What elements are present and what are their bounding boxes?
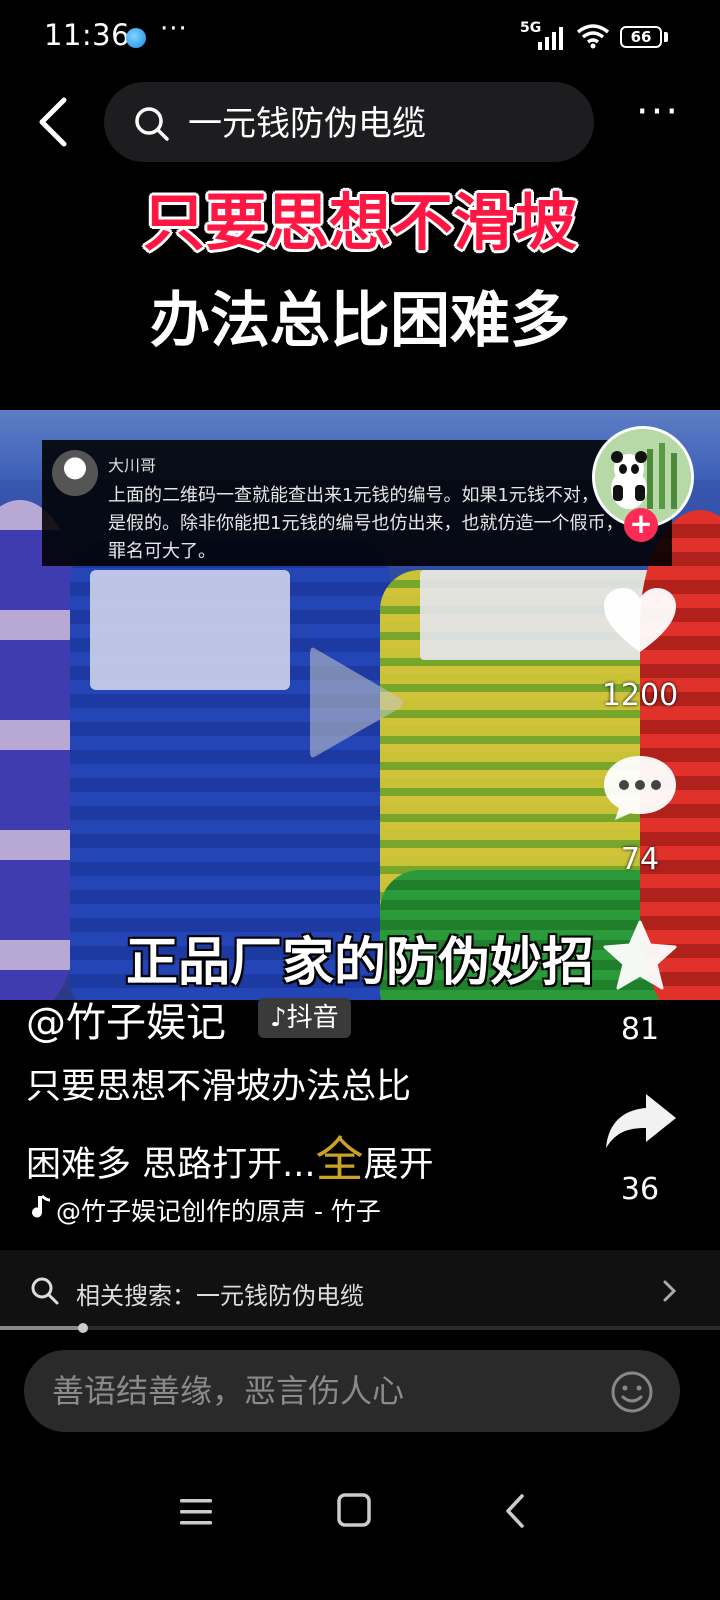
author-name[interactable]: @竹子娱记 xyxy=(26,990,226,1048)
like-count: 1200 xyxy=(601,678,679,713)
play-icon[interactable] xyxy=(300,638,410,768)
search-icon xyxy=(31,1277,59,1305)
home-icon[interactable] xyxy=(336,1492,372,1528)
battery-icon: 66 xyxy=(620,26,662,48)
more-options-button[interactable]: ··· xyxy=(630,92,686,140)
video-headline-1: 只要思想不滑坡 xyxy=(142,186,577,259)
favorite-count: 81 xyxy=(620,1012,660,1047)
description-ellipsis: ... xyxy=(282,1145,316,1185)
commenter-avatar xyxy=(52,450,98,496)
chevron-right-icon[interactable] xyxy=(660,1276,680,1306)
video-progress-fill xyxy=(0,1326,83,1330)
expand-link[interactable]: 展开 xyxy=(364,1145,434,1185)
back-button[interactable] xyxy=(30,92,82,152)
favorite-star-icon[interactable] xyxy=(600,920,680,990)
wifi-icon xyxy=(576,24,610,49)
comment-bubble-icon[interactable] xyxy=(600,752,680,824)
douyin-badge-label: 抖音 xyxy=(286,1003,339,1033)
music-track-text[interactable]: @竹子娱记创作的原声 - 竹子 xyxy=(56,1192,436,1228)
search-query-text[interactable]: 一元钱防伪电缆 xyxy=(188,96,426,145)
back-nav-icon[interactable] xyxy=(500,1492,530,1530)
music-note-icon xyxy=(32,1194,51,1218)
more-notifications-icon: ··· xyxy=(160,14,188,44)
signal-icon xyxy=(538,27,563,50)
status-time: 11:36 xyxy=(44,18,131,52)
description-line-1: 只要思想不滑坡办法总比 xyxy=(26,1067,412,1107)
tiktok-note-icon: ♪ xyxy=(270,1003,287,1033)
comment-overlay-text: 上面的二维码一查就能查出来1元钱的编号。如果1元钱不对，说明就是假的。除非你能把… xyxy=(108,485,653,562)
cable-label-blue xyxy=(90,570,290,690)
video-progress-track[interactable] xyxy=(0,1326,720,1330)
share-count: 36 xyxy=(620,1172,660,1207)
emoji-icon[interactable] xyxy=(610,1370,654,1414)
expand-full-glyph[interactable]: 全 xyxy=(316,1132,364,1188)
follow-button[interactable]: + xyxy=(624,508,658,542)
douyin-badge: ♪抖音 xyxy=(258,998,351,1038)
app-notification-icon xyxy=(126,28,146,48)
battery-tip xyxy=(664,32,668,42)
comment-count: 74 xyxy=(620,842,660,877)
share-arrow-icon[interactable] xyxy=(600,1092,680,1152)
description-line-2: 困难多 思路打开...全展开 xyxy=(26,1120,434,1190)
video-headline-2: 办法总比困难多 xyxy=(150,286,570,356)
comment-input[interactable]: 善语结善缘，恶言伤人心 xyxy=(24,1350,680,1432)
recent-apps-icon[interactable] xyxy=(178,1496,214,1528)
commenter-name: 大川哥 xyxy=(108,456,157,475)
search-icon xyxy=(135,107,169,141)
like-heart-icon[interactable] xyxy=(600,586,680,656)
related-search-text[interactable]: 相关搜索：一元钱防伪电缆 xyxy=(76,1276,364,1311)
video-progress-knob[interactable] xyxy=(77,1323,88,1333)
comment-screenshot-overlay: 大川哥 上面的二维码一查就能查出来1元钱的编号。如果1元钱不对，说明就是假的。除… xyxy=(42,440,672,566)
description-line-2-text: 困难多 思路打开 xyxy=(26,1145,283,1185)
